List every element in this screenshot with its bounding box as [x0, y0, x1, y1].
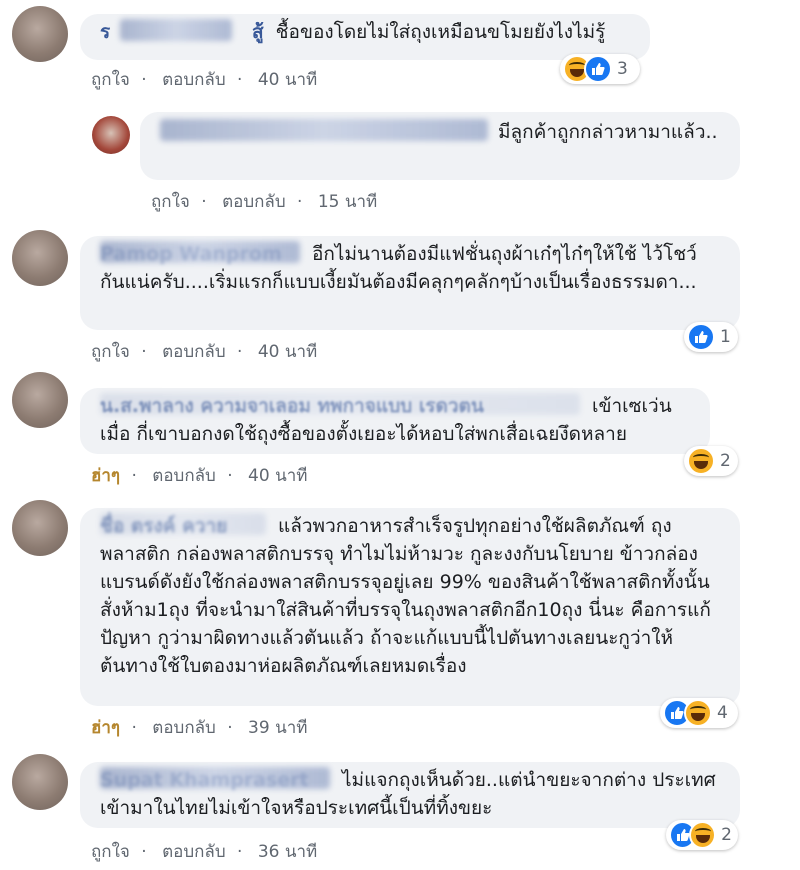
reply-button[interactable]: ตอบกลับ — [162, 842, 226, 862]
comment-text: แล้วพวกอาหารสำเร็จรูปทุกอย่างใช้ผลิตภัณฑ… — [278, 515, 645, 537]
comment-author-name[interactable]: Pamop Wanprom — [100, 240, 306, 268]
comment-text: อีกไม่นานต้องมีแฟชั่นถุงผ้าเก๋ๆไก๋ๆให้ใช… — [312, 243, 637, 265]
comment-author-name[interactable]: ร — [100, 18, 246, 46]
comment-author-name[interactable]: Supat Khamprasert — [100, 766, 336, 794]
avatar[interactable] — [12, 500, 68, 556]
comment-timestamp[interactable]: 40 นาที — [258, 70, 317, 90]
separator-dot: · — [141, 842, 147, 862]
comment-timestamp[interactable]: 40 นาที — [258, 342, 317, 362]
comment-bubble: ชื่อ ตรงค์ ควาย แล้วพวกอาหารสำเร็จรูปทุก… — [80, 508, 740, 706]
comment-actions: ถูกใจ · ตอบกลับ · 40 นาที — [91, 338, 317, 365]
separator-dot: · — [131, 466, 137, 486]
comment-bubble: Pamop Wanprom อีกไม่นานต้องมีแฟชั่นถุงผ้… — [80, 236, 740, 330]
reply-button[interactable]: ตอบกลับ — [162, 70, 226, 90]
separator-dot: · — [297, 192, 303, 212]
separator-dot: · — [201, 192, 207, 212]
separator-dot: · — [237, 842, 243, 862]
reaction-summary[interactable]: 3 — [560, 54, 640, 84]
separator-dot: · — [141, 342, 147, 362]
comment-text-continued: กี่เขาบอกงดใช้ถุงซื้อของตั้งเยอะได้หอบใส… — [136, 423, 627, 445]
comment-author-name[interactable]: น.ส.พาลาง ความจาเลอม ทพกาจแบบ เรดวตน — [100, 392, 586, 420]
haha-button[interactable]: ฮ่าๆ — [91, 718, 120, 738]
comment-text: มีลูกค้าถูกกล่าวหามาแล้ว.. — [498, 121, 718, 143]
like-button[interactable]: ถูกใจ — [91, 70, 130, 90]
separator-dot: · — [227, 718, 233, 738]
comment-timestamp[interactable]: 15 นาที — [318, 192, 377, 212]
reply-button[interactable]: ตอบกลับ — [222, 192, 286, 212]
like-icon — [687, 323, 715, 351]
comment-timestamp[interactable]: 39 นาที — [248, 718, 307, 738]
haha-icon — [687, 447, 715, 475]
comment-author-name-tail: สู้ — [252, 21, 264, 43]
reaction-summary[interactable]: 2 — [666, 820, 738, 850]
like-button[interactable]: ถูกใจ — [91, 842, 130, 862]
comment-text: ไม่แจกถุงเห็นด้วย..แต่นำขยะจากต่าง — [342, 769, 647, 791]
avatar[interactable] — [12, 230, 68, 286]
separator-dot: · — [131, 718, 137, 738]
reaction-count: 2 — [720, 451, 731, 471]
comment-actions: ถูกใจ · ตอบกลับ · 36 นาที — [91, 838, 317, 865]
comment-actions: ฮ่าๆ · ตอบกลับ · 40 นาที — [91, 462, 307, 489]
like-icon — [584, 55, 612, 83]
comment-author-name[interactable] — [160, 119, 488, 141]
haha-icon — [689, 821, 717, 849]
separator-dot: · — [237, 70, 243, 90]
avatar[interactable] — [12, 754, 68, 810]
reaction-count: 1 — [720, 327, 731, 347]
haha-button[interactable]: ฮ่าๆ — [91, 466, 120, 486]
separator-dot: · — [141, 70, 147, 90]
reaction-count: 3 — [617, 59, 628, 79]
reply-bubble: มีลูกค้าถูกกล่าวหามาแล้ว.. — [140, 112, 740, 180]
reaction-count: 2 — [721, 825, 732, 845]
comment-actions: ถูกใจ · ตอบกลับ · 40 นาที — [91, 66, 317, 93]
avatar[interactable] — [12, 372, 68, 428]
reaction-summary[interactable]: 1 — [684, 322, 738, 352]
reaction-count: 4 — [717, 703, 728, 723]
avatar[interactable] — [12, 6, 68, 62]
like-button[interactable]: ถูกใจ — [151, 192, 190, 212]
comment-bubble: น.ส.พาลาง ความจาเลอม ทพกาจแบบ เรดวตน เข้… — [80, 388, 710, 454]
reply-button[interactable]: ตอบกลับ — [162, 342, 226, 362]
reaction-summary[interactable]: 2 — [684, 446, 738, 476]
separator-dot: · — [227, 466, 233, 486]
comment-text: ชื้อของโดยไม่ใส่ถุงเหมือนขโมยยังไงไม่รู้ — [275, 21, 606, 43]
comment-timestamp[interactable]: 36 นาที — [258, 842, 317, 862]
comment-actions: ฮ่าๆ · ตอบกลับ · 39 นาที — [91, 714, 307, 741]
separator-dot: · — [237, 342, 243, 362]
reply-button[interactable]: ตอบกลับ — [152, 718, 216, 738]
haha-icon — [684, 699, 712, 727]
reply-button[interactable]: ตอบกลับ — [152, 466, 216, 486]
comment-bubble: ร สู้ ชื้อของโดยไม่ใส่ถุงเหมือนขโมยยังไง… — [80, 14, 650, 60]
comment-author-name[interactable]: ชื่อ ตรงค์ ควาย — [100, 512, 272, 540]
comment-actions: ถูกใจ · ตอบกลับ · 15 นาที — [151, 188, 377, 215]
comment-timestamp[interactable]: 40 นาที — [248, 466, 307, 486]
reaction-summary[interactable]: 4 — [660, 698, 738, 728]
comment-bubble: Supat Khamprasert ไม่แจกถุงเห็นด้วย..แต่… — [80, 762, 740, 828]
avatar[interactable] — [92, 116, 130, 154]
like-button[interactable]: ถูกใจ — [91, 342, 130, 362]
